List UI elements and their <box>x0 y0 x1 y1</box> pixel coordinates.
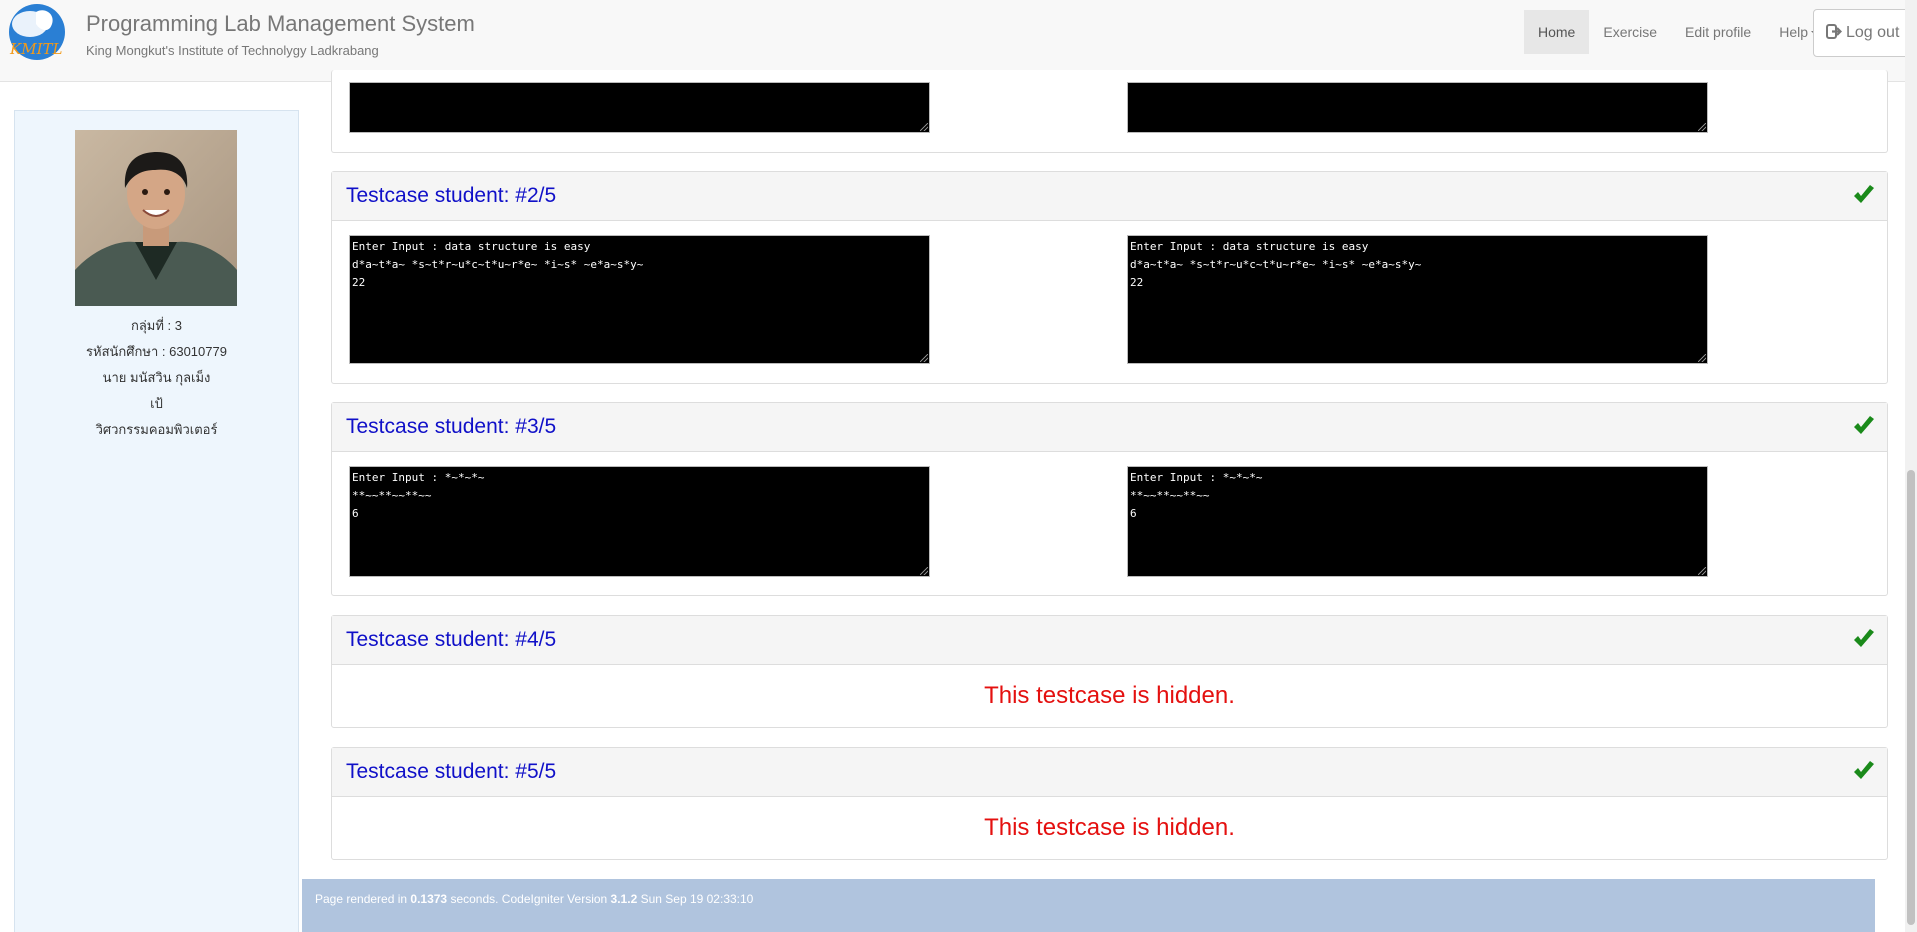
student-department: วิศวกรรมคอมพิวเตอร์ <box>95 422 218 437</box>
panel-header: Testcase student: #4/5 <box>332 616 1887 665</box>
nav-help-label: Help <box>1779 24 1808 40</box>
panel-header: Testcase student: #5/5 <box>332 748 1887 797</box>
expected-output-console[interactable] <box>349 82 930 133</box>
testcase-panel-3: Testcase student: #3/5 Enter Input : *~*… <box>331 402 1888 596</box>
expected-output-console[interactable]: Enter Input : data structure is easy d*a… <box>349 235 930 364</box>
footer-middle: seconds. CodeIgniter Version <box>447 892 611 906</box>
testcase-panel-2: Testcase student: #2/5 Enter Input : dat… <box>331 171 1888 384</box>
logout-button[interactable]: Log out <box>1813 9 1913 57</box>
student-group: กลุ่มที่ : 3 <box>130 318 183 333</box>
student-id: รหัสนักศึกษา : 63010779 <box>86 344 227 359</box>
testcase-panel-4: Testcase student: #4/5 This testcase is … <box>331 615 1888 728</box>
logout-icon <box>1826 24 1843 39</box>
check-icon <box>1854 761 1874 779</box>
nav-home[interactable]: Home <box>1524 10 1590 54</box>
panel-header: Testcase student: #3/5 <box>332 403 1887 452</box>
hidden-testcase-message: This testcase is hidden. <box>984 682 1235 709</box>
render-time: 0.1373 <box>410 892 448 906</box>
app-subtitle: King Mongkut's Institute of Technolygy L… <box>86 43 379 58</box>
svg-text:KMITL: KMITL <box>9 40 62 58</box>
kmitl-logo[interactable]: KMITL <box>6 2 68 62</box>
ci-version: 3.1.2 <box>610 892 638 906</box>
student-sidebar: กลุ่มที่ : 3 รหัสนักศึกษา : 63010779 นาย… <box>14 110 299 932</box>
panel-header: Testcase student: #2/5 <box>332 172 1887 221</box>
student-output-console[interactable]: Enter Input : data structure is easy d*a… <box>1127 235 1708 364</box>
testcase-panel-1 <box>331 70 1888 153</box>
footer-timestamp: Sun Sep 19 02:33:10 <box>637 892 754 906</box>
scrollbar-thumb[interactable] <box>1907 470 1915 925</box>
testcase-title: Testcase student: #5/5 <box>346 760 557 783</box>
student-output-console[interactable] <box>1127 82 1708 133</box>
testcase-panel-5: Testcase student: #5/5 This testcase is … <box>331 747 1888 860</box>
page-scrollbar[interactable] <box>1905 0 1917 932</box>
student-name: นาย มนัสวิน กุลเม็ง <box>102 370 211 385</box>
testcase-title: Testcase student: #4/5 <box>346 628 557 651</box>
expected-output-console[interactable]: Enter Input : *~*~*~ **~~**~~**~~ 6 <box>349 466 930 577</box>
main-nav: Home Exercise Edit profile Help <box>1524 10 1833 54</box>
testcase-title: Testcase student: #3/5 <box>346 415 557 438</box>
hidden-testcase-message: This testcase is hidden. <box>984 814 1235 841</box>
page-footer: Page rendered in 0.1373 seconds. CodeIgn… <box>302 879 1875 932</box>
check-icon <box>1854 416 1874 434</box>
testcase-title: Testcase student: #2/5 <box>346 184 557 207</box>
avatar <box>75 130 237 306</box>
nav-exercise[interactable]: Exercise <box>1589 10 1671 54</box>
student-output-console[interactable]: Enter Input : *~*~*~ **~~**~~**~~ 6 <box>1127 466 1708 577</box>
nav-edit-profile[interactable]: Edit profile <box>1671 10 1765 54</box>
student-nickname: เป้ <box>150 396 163 411</box>
app-title[interactable]: Programming Lab Management System <box>86 11 475 37</box>
check-icon <box>1854 185 1874 203</box>
check-icon <box>1854 629 1874 647</box>
footer-prefix: Page rendered in <box>315 892 411 906</box>
logout-label: Log out <box>1846 24 1900 41</box>
